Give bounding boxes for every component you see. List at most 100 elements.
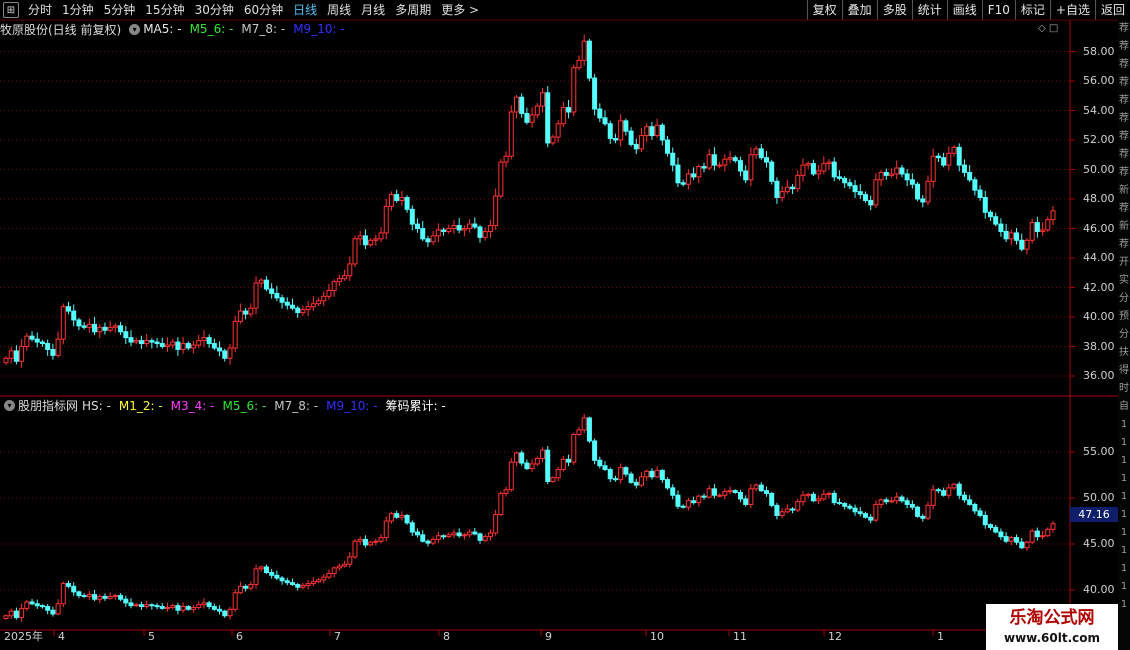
side-tab-25[interactable]: 1: [1118, 470, 1130, 488]
candle-body-main: [732, 157, 738, 162]
candle-body-sub: [847, 505, 853, 509]
side-tab-11[interactable]: 新: [1118, 218, 1130, 236]
side-tab-14[interactable]: 实: [1118, 272, 1130, 290]
candle-body-main: [862, 194, 868, 201]
side-tab-32[interactable]: 1: [1118, 596, 1130, 614]
side-tab-31[interactable]: 1: [1118, 578, 1130, 596]
side-info-strip[interactable]: 荐荐荐荐荐荐荐荐荐新荐新荐开实分预分扶得时自11111111111: [1118, 20, 1130, 650]
side-tab-23[interactable]: 1: [1118, 434, 1130, 452]
candle-body-main: [534, 105, 540, 116]
candle-body-sub: [295, 583, 301, 588]
candle-body-sub: [175, 605, 181, 611]
candle-body-sub: [852, 507, 858, 513]
side-tab-6[interactable]: 荐: [1118, 128, 1130, 146]
side-tab-3[interactable]: 荐: [1118, 74, 1130, 92]
candle-body-main: [258, 279, 264, 284]
side-tab-20[interactable]: 时: [1118, 380, 1130, 398]
side-tab-29[interactable]: 1: [1118, 542, 1130, 560]
candle-body-sub: [399, 514, 405, 518]
candle-body-main: [347, 263, 353, 277]
candle-body-sub: [623, 467, 629, 475]
side-tab-9[interactable]: 新: [1118, 182, 1130, 200]
side-tab-27[interactable]: 1: [1118, 506, 1130, 524]
candle-body-sub: [232, 592, 238, 610]
candle-body-sub: [795, 501, 801, 511]
side-tab-30[interactable]: 1: [1118, 560, 1130, 578]
date-label: 4: [58, 630, 65, 643]
candle-body-main: [154, 341, 160, 345]
side-tab-26[interactable]: 1: [1118, 488, 1130, 506]
candle-body-sub: [977, 510, 983, 516]
candle-body-main: [227, 347, 233, 359]
side-tab-5[interactable]: 荐: [1118, 110, 1130, 128]
side-tab-1[interactable]: 荐: [1118, 38, 1130, 56]
candle-body-sub: [1029, 530, 1035, 543]
candle-body-sub: [45, 606, 51, 611]
candle-body-main: [206, 337, 212, 345]
side-tab-16[interactable]: 预: [1118, 308, 1130, 326]
side-tab-13[interactable]: 开: [1118, 254, 1130, 272]
date-label: 2025年: [4, 630, 43, 643]
candle-body-main: [508, 111, 514, 157]
candle-body-main: [383, 205, 389, 234]
candle-body-main: [857, 191, 863, 196]
side-tab-7[interactable]: 荐: [1118, 146, 1130, 164]
candle-body-sub: [894, 496, 900, 502]
candle-body-main: [628, 130, 634, 145]
candle-body-main: [941, 157, 947, 166]
candle-body-sub: [347, 556, 353, 565]
date-label: 12: [828, 630, 842, 643]
candle-body-main: [1050, 210, 1056, 221]
side-tab-4[interactable]: 荐: [1118, 92, 1130, 110]
candle-body-main: [362, 235, 368, 246]
side-tab-0[interactable]: 荐: [1118, 20, 1130, 38]
candle-body-main: [930, 155, 936, 182]
candle-body-main: [977, 189, 983, 199]
candle-body-main: [717, 164, 723, 167]
candle-body-main: [45, 343, 51, 350]
candle-body-main: [232, 320, 238, 349]
side-tab-10[interactable]: 荐: [1118, 200, 1130, 218]
side-tab-19[interactable]: 得: [1118, 362, 1130, 380]
watermark-url: www.60lt.com: [1003, 631, 1101, 645]
candle-body-sub: [987, 524, 993, 528]
candle-body-sub: [217, 608, 223, 612]
side-tab-24[interactable]: 1: [1118, 452, 1130, 470]
candle-body-main: [357, 235, 363, 240]
side-tab-12[interactable]: 荐: [1118, 236, 1130, 254]
candle-body-sub: [899, 496, 905, 502]
side-tab-18[interactable]: 扶: [1118, 344, 1130, 362]
candle-body-sub: [284, 580, 290, 584]
candle-body-sub: [310, 581, 316, 585]
candle-body-main: [566, 107, 572, 113]
y-tick-label: 50.00: [1083, 162, 1115, 176]
candle-body-main: [1034, 222, 1040, 232]
side-tab-28[interactable]: 1: [1118, 524, 1130, 542]
candle-body-sub: [305, 583, 311, 586]
candle-body-sub: [66, 583, 72, 587]
candle-body-sub: [289, 582, 295, 585]
side-tab-2[interactable]: 荐: [1118, 56, 1130, 74]
side-tab-21[interactable]: 自: [1118, 398, 1130, 416]
candle-body-sub: [722, 491, 728, 496]
candle-body-sub: [206, 602, 212, 608]
candle-body-main: [144, 340, 150, 345]
side-tab-22[interactable]: 1: [1118, 416, 1130, 434]
candle-body-sub: [1014, 537, 1020, 543]
candle-body-sub: [993, 526, 999, 533]
candle-body-sub: [211, 606, 217, 610]
side-tab-8[interactable]: 荐: [1118, 164, 1130, 182]
price-chart[interactable]: [0, 0, 1130, 650]
candle-body-sub: [498, 492, 504, 516]
candle-body-sub: [420, 534, 426, 542]
candle-body-sub: [873, 503, 879, 521]
side-tab-17[interactable]: 分: [1118, 326, 1130, 344]
candle-body-sub: [597, 459, 603, 467]
side-tab-15[interactable]: 分: [1118, 290, 1130, 308]
candle-body-main: [97, 326, 103, 333]
candle-body-main: [373, 238, 379, 241]
candle-body-main: [889, 173, 895, 176]
candle-body-main: [758, 148, 764, 159]
candle-body-sub: [196, 604, 202, 608]
candle-body-sub: [576, 429, 582, 436]
